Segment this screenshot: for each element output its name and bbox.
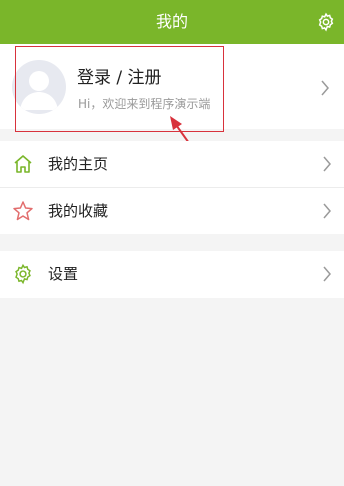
star-icon	[13, 201, 33, 221]
user-avatar-icon	[12, 60, 66, 114]
gear-icon[interactable]	[316, 12, 336, 32]
menu-item-favorites[interactable]: 我的收藏	[0, 188, 344, 234]
menu-item-favorites-label: 我的收藏	[48, 202, 109, 220]
menu-item-homepage[interactable]: 我的主页	[0, 141, 344, 187]
login-register-label: 登录 / 注册	[77, 68, 162, 88]
welcome-subtitle: Hi，欢迎来到程序演示端	[78, 97, 211, 111]
menu-item-settings[interactable]: 设置	[0, 251, 344, 297]
menu-item-settings-label: 设置	[48, 265, 79, 283]
chevron-right-icon	[323, 156, 331, 172]
page-title: 我的	[155, 12, 188, 31]
top-bar: 我的	[0, 0, 344, 44]
chevron-right-icon	[323, 203, 331, 219]
profile-card[interactable]: 登录 / 注册 Hi，欢迎来到程序演示端	[0, 44, 344, 129]
chevron-right-icon	[323, 266, 331, 282]
menu-group-settings: 设置	[0, 251, 344, 298]
home-icon	[14, 155, 32, 173]
menu-item-homepage-label: 我的主页	[48, 155, 109, 173]
gear-icon	[15, 263, 31, 285]
chevron-right-icon	[321, 80, 329, 96]
menu-group-profile: 我的主页 我的收藏	[0, 141, 344, 234]
